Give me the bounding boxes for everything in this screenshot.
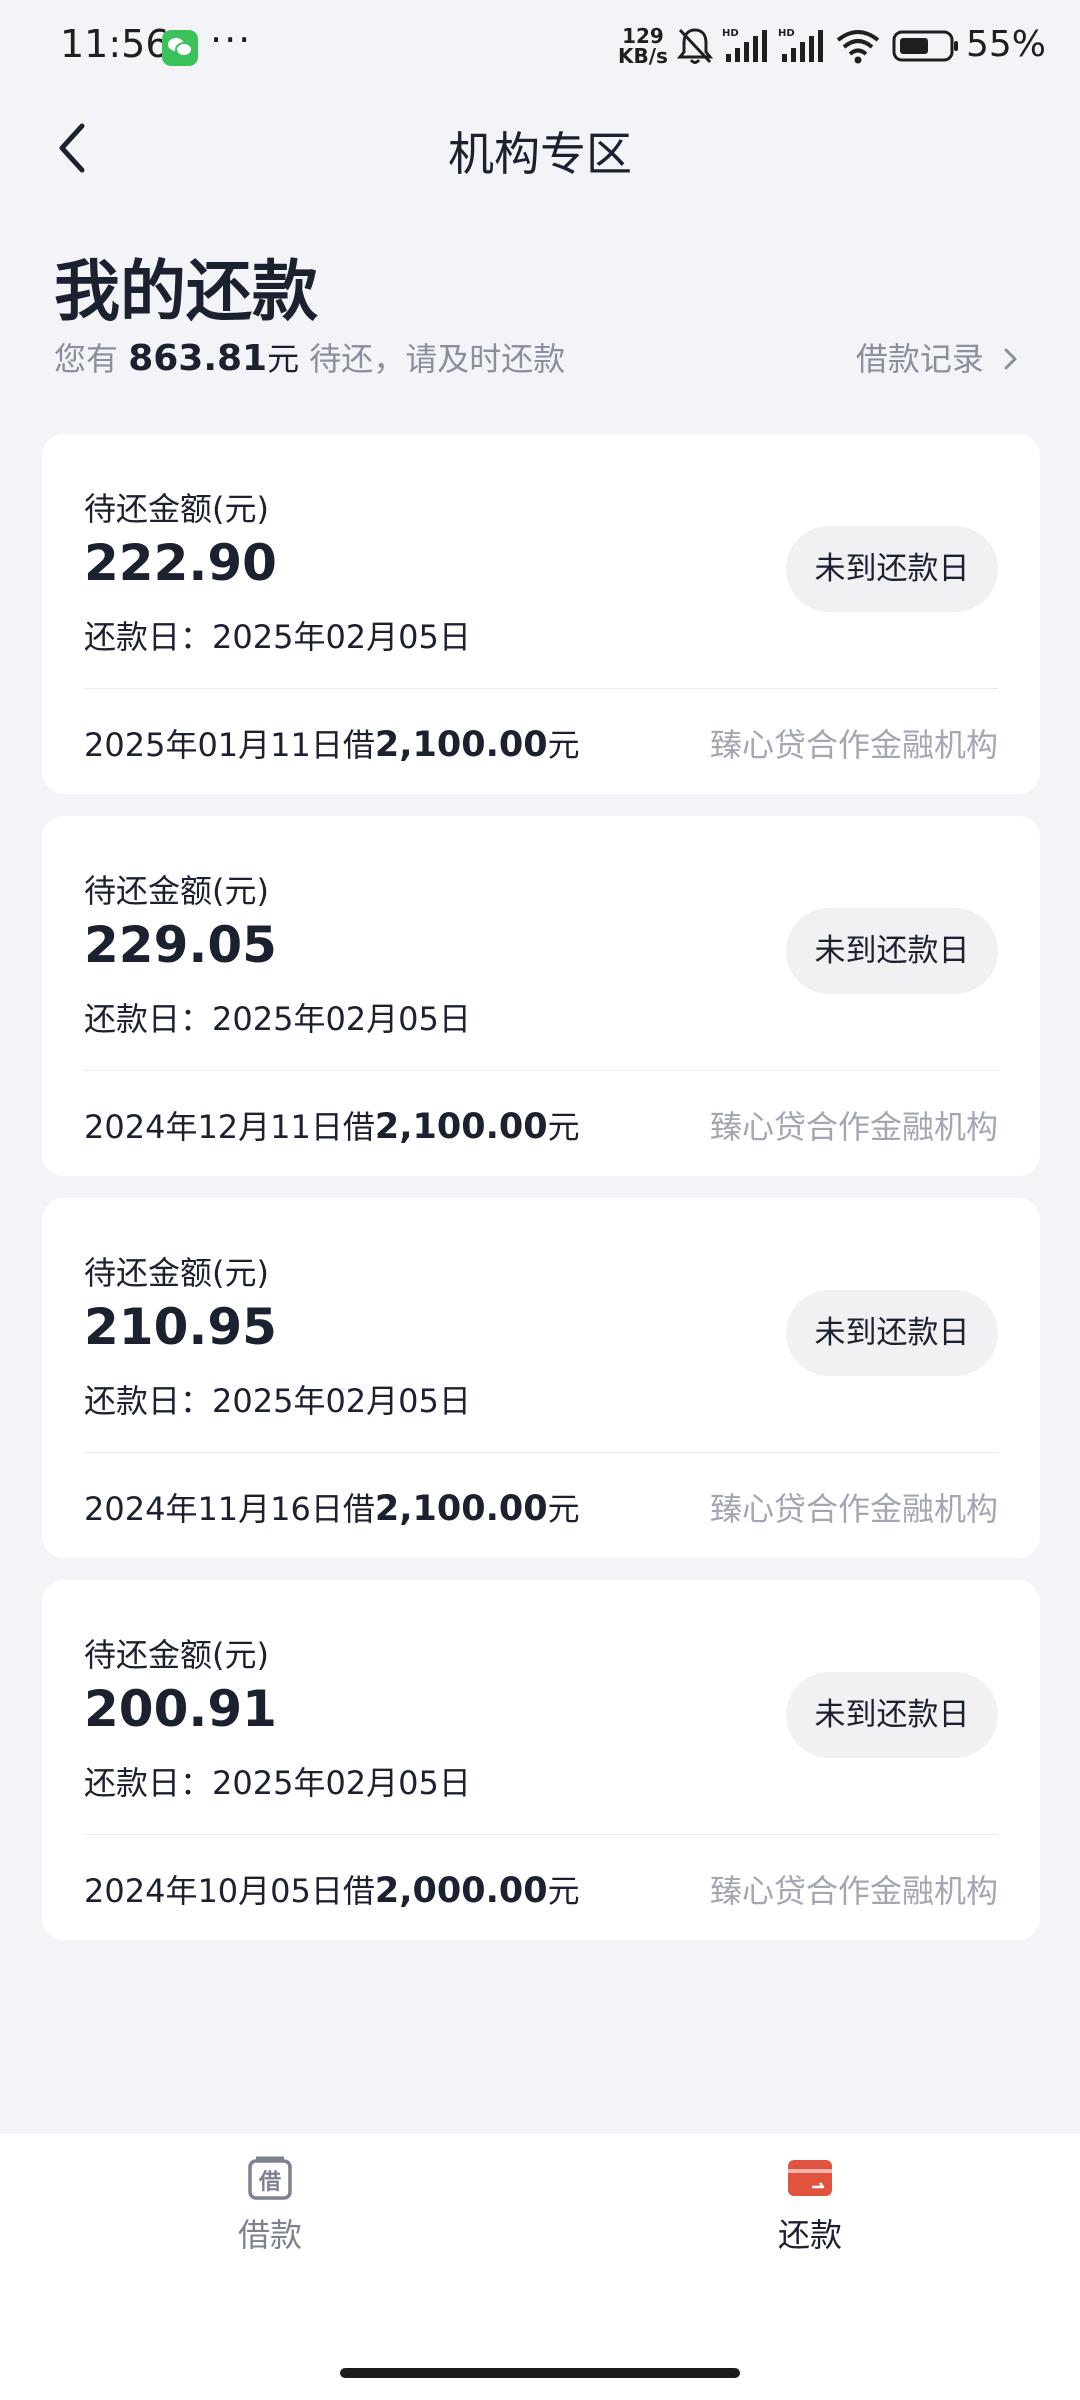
repay-status-button[interactable]: 未到还款日	[786, 908, 998, 994]
loan-principal: 2,100.00	[374, 1489, 548, 1529]
bottom-nav: 借 借款 还款	[0, 2134, 1080, 2400]
hd-signal-icon-2: HD	[778, 28, 823, 62]
nav-label-repay: 还款	[777, 2216, 842, 2254]
loan-date: 2024年12月11日借	[84, 1108, 375, 1146]
repay-card-icon	[788, 2160, 832, 2196]
svg-text:借: 借	[258, 2170, 281, 2195]
loan-date: 2025年01月11日借	[84, 726, 375, 764]
repayment-summary: 您有 863.81元 待还，请及时还款	[54, 334, 565, 380]
pending-amount: 222.90	[84, 534, 277, 592]
nav-item-borrow[interactable]: 借 借款	[170, 2156, 370, 2256]
due-date: 还款日：2025年02月05日	[84, 1000, 471, 1038]
battery-percent: 55%	[966, 24, 1047, 65]
svg-text:HD: HD	[778, 28, 795, 39]
loan-principal: 2,100.00	[374, 1107, 548, 1147]
status-bar: 11:56 ··· 129 KB/s HD HD 55%	[0, 0, 1080, 92]
loan-record-label: 借款记录	[855, 340, 984, 378]
pending-amount-label: 待还金额(元)	[84, 1254, 269, 1292]
loan-date: 2024年10月05日借	[84, 1872, 375, 1910]
repay-status-button[interactable]: 未到还款日	[786, 1672, 998, 1758]
hd-signal-icon: HD	[722, 28, 767, 62]
principal-unit: 元	[547, 1872, 580, 1910]
repayment-card[interactable]: 待还金额(元) 229.05 还款日：2025年02月05日 未到还款日 202…	[42, 816, 1040, 1176]
nav-item-repay[interactable]: 还款	[710, 2156, 910, 2256]
pending-amount: 210.95	[84, 1298, 277, 1356]
principal-unit: 元	[547, 1490, 580, 1528]
institution-name: 臻心贷合作金融机构	[709, 1872, 998, 1910]
wechat-icon	[162, 30, 198, 66]
loan-record-link[interactable]: 借款记录	[856, 334, 1020, 380]
principal-unit: 元	[547, 1108, 580, 1146]
divider	[84, 1452, 998, 1453]
institution-name: 臻心贷合作金融机构	[709, 1490, 998, 1528]
divider	[84, 688, 998, 689]
status-time: 11:56	[60, 22, 170, 66]
institution-name: 臻心贷合作金融机构	[709, 1108, 998, 1146]
net-speed: 129 KB/s	[618, 26, 668, 66]
due-date: 还款日：2025年02月05日	[84, 618, 471, 656]
loan-principal: 2,000.00	[374, 1871, 548, 1911]
pending-amount-label: 待还金额(元)	[84, 490, 269, 528]
page-title: 机构专区	[448, 127, 632, 181]
divider	[84, 1070, 998, 1071]
summary-prefix: 您有	[54, 340, 119, 378]
divider	[84, 1834, 998, 1835]
loan-info: 2024年11月16日借2,100.00元	[84, 1484, 580, 1530]
more-icon: ···	[210, 18, 253, 62]
repayment-card[interactable]: 待还金额(元) 222.90 还款日：2025年02月05日 未到还款日 202…	[42, 434, 1040, 794]
svg-text:HD: HD	[722, 28, 739, 39]
repayment-card[interactable]: 待还金额(元) 200.91 还款日：2025年02月05日 未到还款日 202…	[42, 1580, 1040, 1940]
loan-date: 2024年11月16日借	[84, 1490, 375, 1528]
wifi-icon	[836, 30, 880, 64]
loan-principal: 2,100.00	[374, 725, 548, 765]
loan-info: 2024年12月11日借2,100.00元	[84, 1102, 580, 1148]
due-date: 还款日：2025年02月05日	[84, 1382, 471, 1420]
section-title: 我的还款	[54, 253, 318, 330]
loan-info: 2024年10月05日借2,000.00元	[84, 1866, 580, 1912]
nav-label-borrow: 借款	[237, 2216, 302, 2254]
battery-icon	[892, 30, 958, 62]
mute-bell-icon	[676, 28, 714, 64]
home-indicator[interactable]	[340, 2368, 740, 2378]
summary-unit: 元	[267, 340, 300, 378]
pending-amount: 229.05	[84, 916, 277, 974]
net-speed-unit: KB/s	[618, 44, 668, 68]
summary-suffix: 待还，请及时还款	[299, 340, 566, 378]
institution-name: 臻心贷合作金融机构	[709, 726, 998, 764]
summary-amount: 863.81	[128, 338, 268, 379]
pending-amount: 200.91	[84, 1680, 277, 1738]
loan-info: 2025年01月11日借2,100.00元	[84, 720, 580, 766]
net-speed-value: 129	[622, 24, 664, 48]
pending-amount-label: 待还金额(元)	[84, 1636, 269, 1674]
repayment-card[interactable]: 待还金额(元) 210.95 还款日：2025年02月05日 未到还款日 202…	[42, 1198, 1040, 1558]
chevron-right-icon	[1004, 348, 1017, 370]
borrow-icon: 借	[248, 2156, 292, 2200]
pending-amount-label: 待还金额(元)	[84, 872, 269, 910]
due-date: 还款日：2025年02月05日	[84, 1764, 471, 1802]
repay-status-button[interactable]: 未到还款日	[786, 1290, 998, 1376]
repay-status-button[interactable]: 未到还款日	[786, 526, 998, 612]
principal-unit: 元	[547, 726, 580, 764]
